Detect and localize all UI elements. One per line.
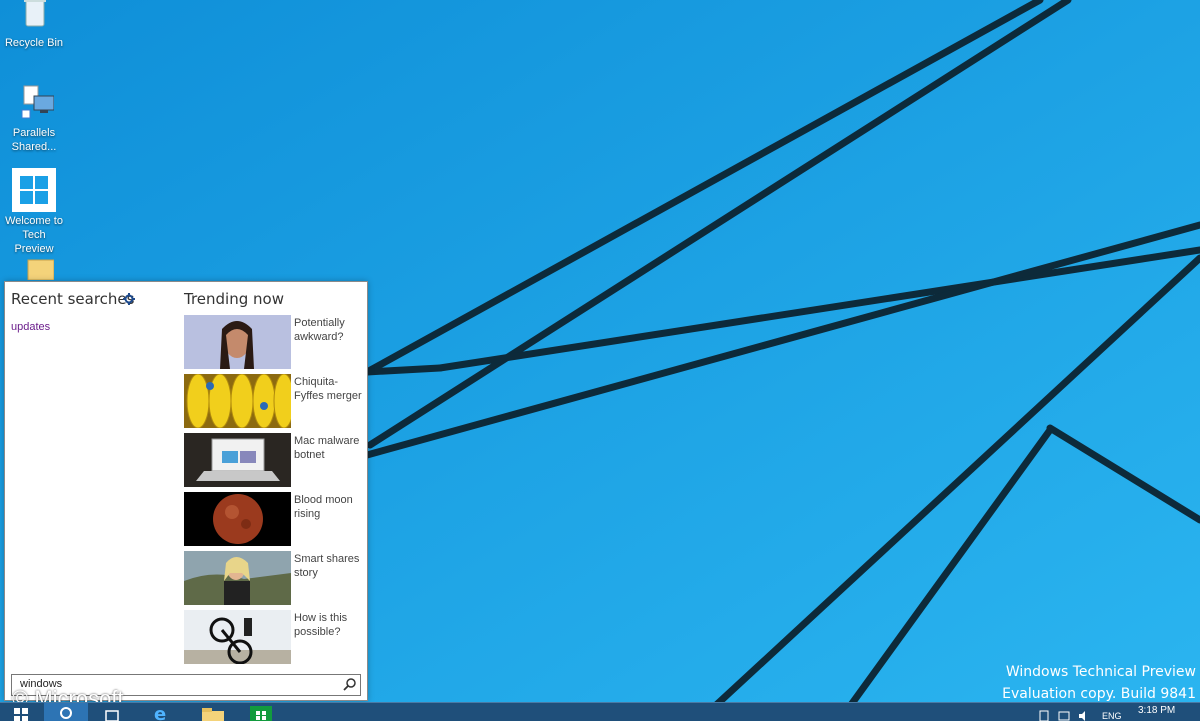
folder-icon [14, 254, 55, 281]
task-view-button[interactable] [90, 703, 134, 722]
clock[interactable]: 3:18 PM [1138, 705, 1175, 716]
trending-caption: How is this possible? [294, 612, 348, 638]
taskbar: e ENG 3:18 PM [0, 702, 1200, 725]
network-icon[interactable] [1058, 709, 1070, 721]
bananas-thumbnail [184, 374, 291, 428]
desktop-icon-label: Welcome to Tech Preview [5, 215, 63, 255]
svg-text:e: e [154, 704, 166, 721]
windows-logo-icon [12, 168, 56, 212]
trending-item[interactable]: Mac malware botnet [184, 433, 364, 487]
search-icon[interactable] [342, 677, 358, 693]
trending-item[interactable]: Blood moon rising [184, 492, 364, 546]
folder-icon [202, 708, 224, 721]
search-flyout: Recent searches updates Trending now Pot… [4, 281, 368, 701]
internet-explorer-icon: e [154, 704, 166, 725]
internet-explorer-button[interactable]: e [140, 703, 184, 725]
store-button[interactable] [240, 703, 284, 721]
search-button[interactable] [44, 703, 88, 721]
parallels-shared-desktop-icon[interactable]: Parallels Shared... [2, 84, 66, 154]
moon-thumbnail [184, 492, 291, 546]
trending-caption: Blood moon rising [294, 494, 353, 520]
trending-caption: Chiquita-Fyffes merger [294, 376, 362, 402]
trending-item[interactable]: How is this possible? [184, 610, 364, 664]
start-button[interactable] [0, 703, 44, 721]
recycle-bin-icon [14, 0, 54, 34]
folder-desktop-icon[interactable] [2, 254, 66, 282]
laptop-thumbnail [184, 433, 291, 487]
file-explorer-button[interactable] [192, 703, 236, 721]
trending-item[interactable]: Chiquita-Fyffes merger [184, 374, 364, 428]
trending-item[interactable]: Smart shares story [184, 551, 364, 605]
trending-caption: Smart shares story [294, 553, 360, 579]
woman-portrait-thumbnail [184, 315, 291, 369]
windows-logo-icon [14, 708, 28, 721]
shared-folders-icon [14, 84, 55, 124]
trending-item[interactable]: Potentially awkward? [184, 315, 364, 369]
recycle-bin-desktop-icon[interactable]: Recycle Bin [2, 0, 66, 50]
build-line-1: Windows Technical Preview [1005, 664, 1196, 680]
build-watermark: Windows Technical Preview Evaluation cop… [1002, 661, 1196, 705]
volume-icon[interactable] [1078, 709, 1090, 721]
recent-search-item[interactable]: updates [11, 321, 50, 333]
bmx-bike-thumbnail [184, 610, 291, 664]
woman-outdoors-thumbnail [184, 551, 291, 605]
store-icon [250, 706, 272, 721]
trending-now-title: Trending now [184, 290, 284, 308]
trending-caption: Mac malware botnet [294, 435, 360, 461]
action-center-icon[interactable] [1038, 709, 1050, 721]
recent-searches-title: Recent searches [11, 290, 135, 308]
trending-caption: Potentially awkward? [294, 317, 345, 343]
desktop-icon-label: Parallels Shared... [11, 127, 57, 153]
desktop-icon-label: Recycle Bin [4, 37, 64, 49]
gear-icon[interactable] [123, 293, 135, 305]
system-tray: ENG 3:18 PM [1030, 703, 1200, 721]
search-icon [60, 707, 72, 719]
task-view-icon [105, 710, 119, 722]
welcome-tech-preview-desktop-icon[interactable]: Welcome to Tech Preview [2, 168, 66, 256]
